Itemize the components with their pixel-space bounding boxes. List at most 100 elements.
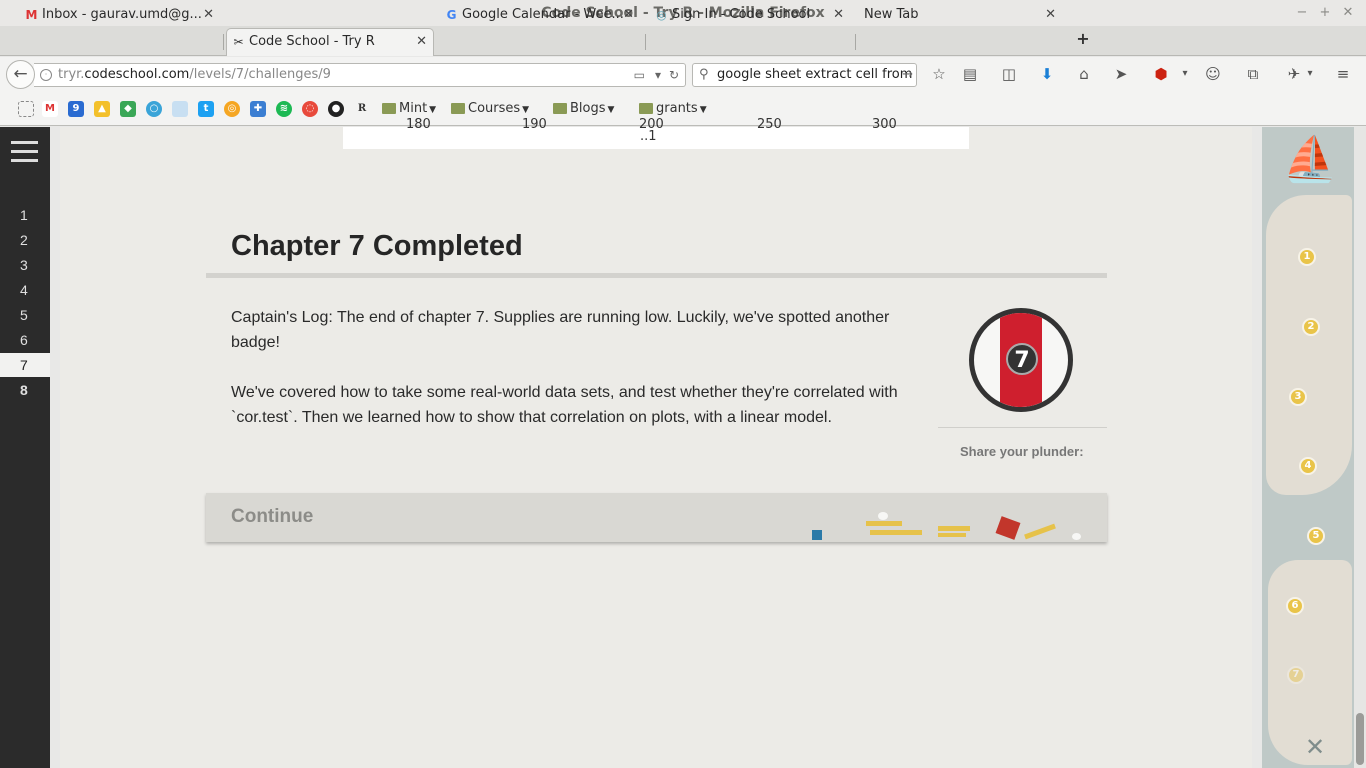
home-icon[interactable]: ⌂ [1074, 64, 1094, 84]
github-bookmark-icon[interactable]: ● [328, 101, 344, 117]
chapter-badge: 7 [969, 308, 1073, 412]
maximize-icon[interactable]: + [1315, 0, 1335, 26]
gold-bar-icon [866, 521, 902, 526]
level-link-6[interactable]: 6 [0, 328, 50, 352]
bookmark-folder-courses[interactable]: Courses ▼ [451, 100, 529, 118]
reader-view-icon[interactable]: ▭ [634, 64, 645, 86]
chevron-down-icon: ▼ [607, 105, 615, 115]
url-bar[interactable]: · tryr.codeschool.com/levels/7/challenge… [34, 63, 686, 87]
map-waypoint-5[interactable]: 5 [1307, 527, 1325, 545]
tab-label: Inbox - gaurav.umd@g... [42, 7, 202, 22]
url-path: /levels/7/challenges/9 [189, 67, 331, 82]
lifesaver-bookmark-icon[interactable]: ◌ [302, 101, 318, 117]
menu-icon[interactable]: ≡ [1333, 64, 1353, 84]
search-bar[interactable]: ⚲ google sheet extract cell from → [692, 63, 917, 87]
level-link-7[interactable]: 7 [0, 353, 50, 377]
map-waypoint-7[interactable]: 7 [1287, 666, 1305, 684]
drive-bookmark-icon[interactable]: ▲ [94, 101, 110, 117]
hamburger-menu-icon[interactable] [11, 141, 38, 144]
new-tab-icon[interactable]: + [1074, 30, 1092, 48]
close-window-icon[interactable]: ✕ [1338, 0, 1358, 26]
scrollbar-track[interactable] [1354, 127, 1366, 768]
minimize-icon[interactable]: − [1292, 0, 1312, 26]
search-go-icon[interactable]: → [902, 64, 913, 86]
gem-icon [812, 530, 822, 540]
level-link-5[interactable]: 5 [0, 303, 50, 327]
r-bookmark-icon[interactable]: R [354, 101, 370, 117]
page-bookmark-icon[interactable] [172, 101, 188, 117]
chevron-down-icon: ▼ [699, 105, 707, 115]
calendar-bookmark-icon[interactable]: 9 [68, 101, 84, 117]
dropdown-arrow-icon[interactable]: ▾ [655, 64, 661, 86]
send-icon[interactable]: ➤ [1111, 64, 1131, 84]
adblock-icon[interactable]: ⬢ [1151, 64, 1171, 84]
bookmarks-menu-icon[interactable]: ▤ [960, 64, 980, 84]
gold-bar-icon [938, 533, 966, 537]
level-link-2[interactable]: 2 [0, 228, 50, 252]
gmail-icon: M [25, 8, 38, 22]
close-tab-icon[interactable]: ✕ [1045, 2, 1056, 28]
close-tab-icon[interactable]: ✕ [623, 2, 634, 28]
level-link-4[interactable]: 4 [0, 278, 50, 302]
chapter-title: Chapter 7 Completed [231, 230, 523, 262]
level-link-8[interactable]: 8 [0, 378, 50, 402]
puzzle-bookmark-icon[interactable]: ✚ [250, 101, 266, 117]
back-button[interactable]: ← [6, 60, 35, 89]
reload-icon[interactable]: ↻ [669, 64, 679, 86]
url-prefix: tryr. [58, 67, 85, 82]
hamburger-menu-icon[interactable] [11, 150, 38, 153]
tab-inbox[interactable]: M Inbox - gaurav.umd@g... ✕ [20, 2, 220, 30]
gmail-bookmark-icon[interactable]: M [42, 101, 58, 117]
bookmark-blank-icon[interactable] [18, 101, 34, 117]
scrollbar-thumb[interactable] [1356, 713, 1364, 765]
spotify-bookmark-icon[interactable]: ≋ [276, 101, 292, 117]
close-tab-icon[interactable]: ✕ [203, 2, 214, 28]
tab-strip [0, 26, 1366, 56]
adblock-dropdown-icon[interactable]: ▾ [1175, 64, 1195, 84]
bookmark-folder-mint[interactable]: Mint ▼ [382, 100, 436, 118]
bookmark-folder-blogs[interactable]: Blogs ▼ [553, 100, 614, 118]
map-waypoint-2[interactable]: 2 [1302, 318, 1320, 336]
plot-output-fragment: 180 190 200 250 300 ..1 [343, 117, 969, 149]
level-link-3[interactable]: 3 [0, 253, 50, 277]
circle-bookmark-icon[interactable]: ○ [146, 101, 162, 117]
gold-bar-icon [1024, 523, 1056, 540]
maps-bookmark-icon[interactable]: ◆ [120, 101, 136, 117]
rss-bookmark-icon[interactable]: ◎ [224, 101, 240, 117]
level-link-1[interactable]: 1 [0, 203, 50, 227]
map-waypoint-3[interactable]: 3 [1289, 388, 1307, 406]
badge-divider [938, 427, 1107, 428]
pocket-icon[interactable]: ◫ [999, 64, 1019, 84]
pearl-icon [878, 512, 888, 520]
chat-icon[interactable]: ☺ [1203, 64, 1223, 84]
captains-log-text: Captain's Log: The end of chapter 7. Sup… [231, 309, 890, 351]
close-tab-icon[interactable]: ✕ [416, 29, 427, 55]
folder-label: Courses [468, 101, 521, 116]
badge-number: 7 [1006, 343, 1038, 375]
tab-new-tab[interactable]: New Tab ✕ [842, 2, 1062, 30]
tab-sign-in[interactable]: ◎ Sign In - Code School ✕ [650, 2, 850, 30]
tab-code-school[interactable]: ✂ Code School - Try R ✕ [226, 28, 434, 56]
extension-dropdown-icon[interactable]: ▾ [1300, 64, 1320, 84]
bookmark-star-icon[interactable]: ☆ [929, 64, 949, 84]
treasure-x-icon: ✕ [1305, 733, 1326, 761]
ship-icon: ⛵ [1282, 134, 1338, 185]
map-waypoint-4[interactable]: 4 [1299, 457, 1317, 475]
folder-label: Blogs [570, 101, 606, 116]
continue-button[interactable]: Continue [206, 493, 1107, 542]
tab-google-calendar[interactable]: G Google Calendar - Wee... ✕ [440, 2, 640, 30]
chevron-down-icon: ▼ [522, 105, 530, 115]
bookmark-folder-grants[interactable]: grants ▼ [639, 100, 707, 118]
gold-bar-icon [870, 530, 922, 535]
tools-icon: ✂ [233, 35, 244, 49]
twitter-bookmark-icon[interactable]: t [198, 101, 214, 117]
pearl-icon [1072, 533, 1081, 540]
url-domain: codeschool.com [84, 67, 190, 82]
sync-icon[interactable]: ⧉ [1243, 64, 1263, 84]
map-waypoint-1[interactable]: 1 [1298, 248, 1316, 266]
downloads-icon[interactable]: ⬇ [1037, 64, 1057, 84]
hamburger-menu-icon[interactable] [11, 159, 38, 162]
map-waypoint-6[interactable]: 6 [1286, 597, 1304, 615]
folder-label: grants [656, 101, 698, 116]
cursor-label: ..1 [640, 129, 657, 144]
